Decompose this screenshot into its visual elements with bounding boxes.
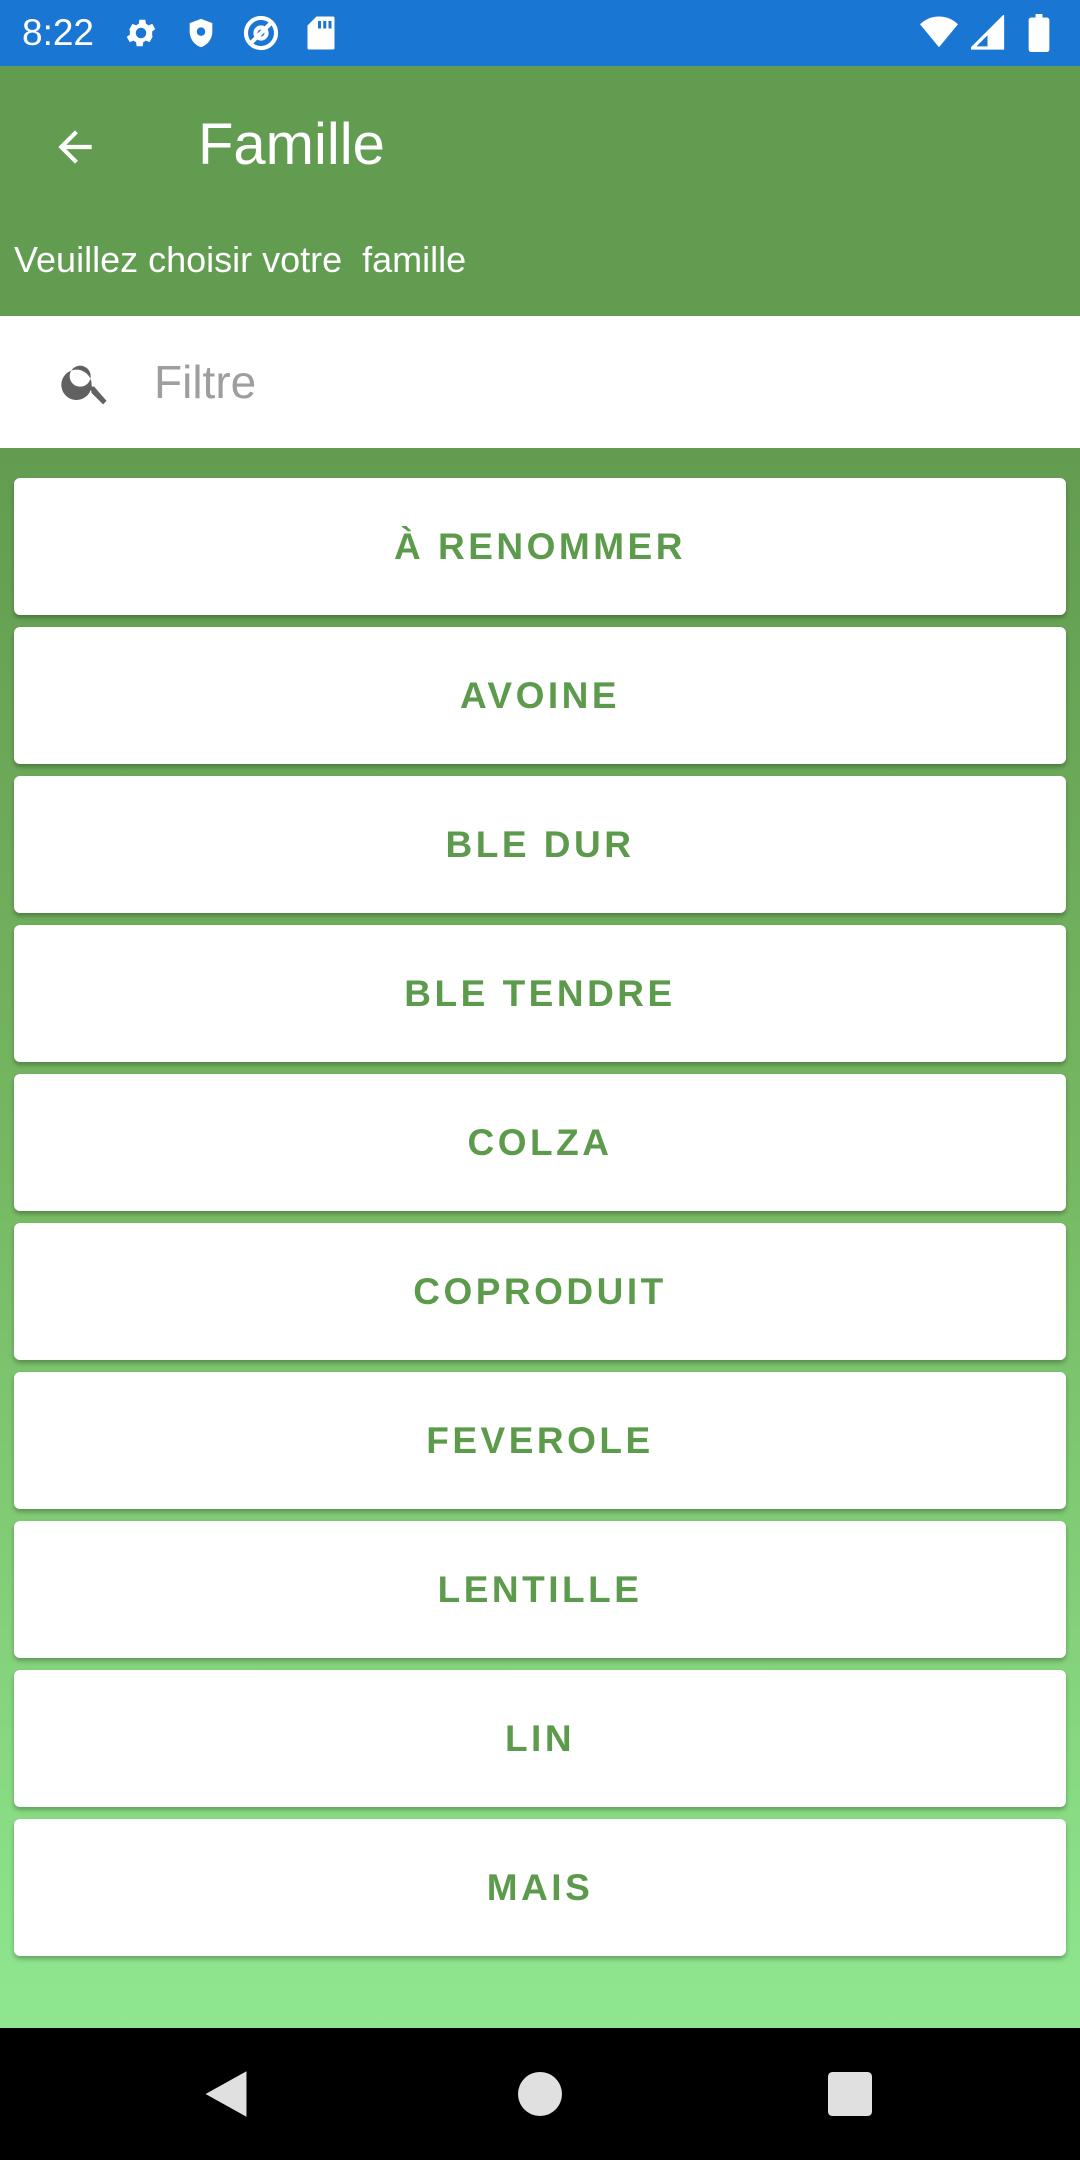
family-item-feverole[interactable]: FEVEROLE [14, 1372, 1066, 1509]
sd-card-icon [302, 14, 340, 52]
back-triangle-icon [205, 2071, 247, 2117]
family-item-lentille[interactable]: LENTILLE [14, 1521, 1066, 1658]
family-item-a-renommer[interactable]: À RENOMMER [14, 478, 1066, 615]
status-time: 8:22 [22, 12, 95, 53]
status-bar: 8:22 [0, 0, 1080, 66]
family-item-colza[interactable]: COLZA [14, 1074, 1066, 1211]
family-item-avoine[interactable]: AVOINE [14, 627, 1066, 764]
back-button[interactable] [40, 112, 110, 182]
wifi-icon [920, 14, 958, 52]
family-item-ble-tendre[interactable]: BLE TENDRE [14, 925, 1066, 1062]
search-bar [0, 316, 1080, 448]
family-item-ble-dur[interactable]: BLE DUR [14, 776, 1066, 913]
page-subtitle: Veuillez choisir votre famille [14, 239, 467, 280]
recents-square-icon [828, 2072, 872, 2116]
search-icon [58, 354, 114, 410]
status-icons-left [122, 14, 340, 52]
nav-home-button[interactable] [510, 2064, 570, 2124]
battery-icon [1020, 14, 1058, 52]
home-circle-icon [518, 2072, 562, 2116]
system-nav-bar [0, 2028, 1080, 2160]
search-input[interactable] [154, 346, 1034, 418]
shield-icon [182, 14, 220, 52]
at-sign-icon [242, 14, 280, 52]
family-item-mais[interactable]: MAIS [14, 1819, 1066, 1956]
page-title: Famille [198, 112, 385, 177]
back-arrow-icon [58, 130, 92, 164]
family-item-lin[interactable]: LIN [14, 1670, 1066, 1807]
app-bar: Famille Veuillez choisir votre famille [0, 66, 1080, 316]
nav-back-button[interactable] [196, 2064, 256, 2124]
family-item-coproduit[interactable]: COPRODUIT [14, 1223, 1066, 1360]
settings-icon [122, 14, 160, 52]
status-icons-right [920, 14, 1058, 52]
family-list: À RENOMMER AVOINE BLE DUR BLE TENDRE COL… [0, 448, 1080, 2028]
cell-signal-icon [970, 14, 1008, 52]
nav-recents-button[interactable] [820, 2064, 880, 2124]
